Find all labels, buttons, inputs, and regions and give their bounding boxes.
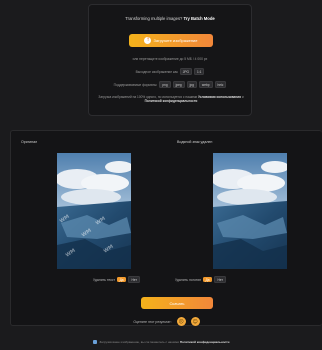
- rating-row: Оцените этот результат: ☹ ☺: [11, 317, 322, 326]
- original-label: Оригинал: [21, 140, 38, 144]
- format-chip: jpg: [186, 81, 197, 88]
- format-chip: jpeg: [172, 81, 185, 88]
- terms-note: Загрузка изображений на 100% одного, но …: [97, 95, 245, 104]
- output-format-select[interactable]: JPG: [179, 68, 192, 75]
- remove-text-control: Удалить текст Да Нет: [93, 276, 141, 283]
- upload-icon: ↑: [144, 37, 152, 44]
- upload-card: Transforming multiple images? Try Batch …: [88, 4, 252, 116]
- footer-text: Загрузив ваше изображение, вы соглашаете…: [99, 340, 180, 344]
- download-button-label: Скачать: [169, 300, 185, 306]
- sad-face-icon[interactable]: ☹: [176, 317, 186, 326]
- comparison-panel: Оригинал Водяной знак удален WM WM WM WM…: [10, 130, 322, 326]
- upload-button-label: Загрузите изображение: [153, 38, 198, 43]
- privacy-link[interactable]: Политикой конфиденциальности: [145, 99, 198, 103]
- upload-limits: или перетащите изображение до 5 МБ / 4 0…: [132, 57, 208, 61]
- remove-text-on-toggle[interactable]: Да: [117, 277, 126, 282]
- batch-mode-link[interactable]: Try Batch Mode: [184, 16, 215, 21]
- original-image: WM WM WM WM WM: [57, 153, 131, 269]
- remove-logo-label: Удалить логотип: [175, 277, 202, 282]
- terms-note-text: Загрузка изображений на 100% одного, но …: [98, 95, 198, 99]
- download-button[interactable]: Скачать: [141, 297, 213, 309]
- remove-text-off-toggle[interactable]: Нет: [128, 276, 141, 283]
- terms-link[interactable]: Условиями использования: [198, 95, 241, 99]
- remove-logo-on-toggle[interactable]: Да: [203, 277, 212, 282]
- result-image: [213, 153, 287, 269]
- terms-and: и: [241, 95, 244, 99]
- supported-formats-label: Поддерживаемые форматы:: [113, 82, 158, 87]
- shield-icon: [92, 340, 97, 345]
- remove-logo-control: Удалить логотип Да Нет: [175, 276, 227, 283]
- footer-note: Загрузив ваше изображение, вы соглашаете…: [0, 340, 322, 345]
- format-chip: png: [159, 81, 171, 88]
- format-chip: webp: [198, 81, 213, 88]
- result-label: Водяной знак удален: [177, 140, 213, 144]
- supported-formats-row: Поддерживаемые форматы: png jpeg jpg web…: [89, 81, 251, 88]
- output-format-row: Выходное изображение как JPG 1:1: [89, 68, 251, 75]
- upload-image-button[interactable]: ↑ Загрузите изображение: [129, 34, 213, 47]
- output-format-label: Выходное изображение как: [135, 69, 178, 74]
- remove-logo-off-toggle[interactable]: Нет: [213, 276, 227, 283]
- batch-prefix: Transforming multiple images?: [125, 16, 183, 21]
- remove-text-label: Удалить текст: [93, 277, 116, 282]
- happy-face-icon[interactable]: ☺: [190, 317, 200, 326]
- rating-label: Оцените этот результат:: [133, 319, 172, 324]
- format-chip: heic: [214, 81, 227, 88]
- footer-privacy-link[interactable]: Политикой конфиденциальности: [180, 340, 230, 344]
- output-size-select[interactable]: 1:1: [193, 68, 205, 75]
- batch-mode-line: Transforming multiple images? Try Batch …: [89, 16, 251, 21]
